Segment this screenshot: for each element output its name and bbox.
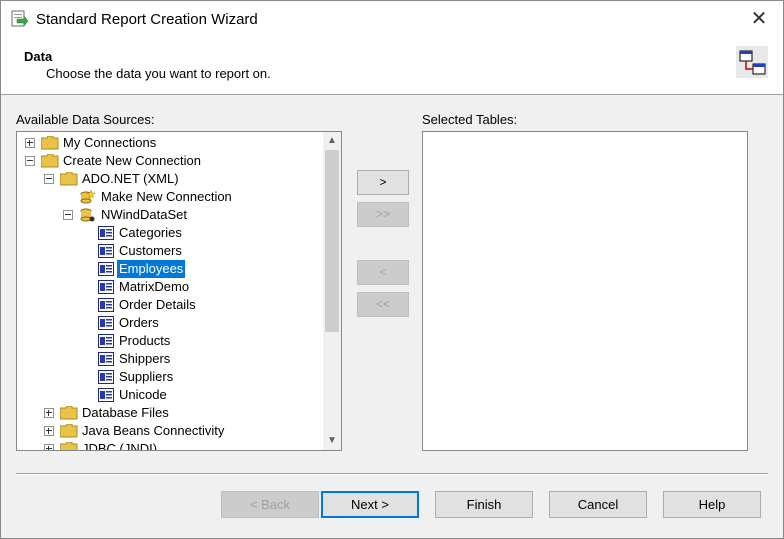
table-icon (98, 226, 114, 240)
table-icon (98, 352, 114, 366)
expand-icon[interactable] (44, 444, 54, 450)
selected-tables-list[interactable] (422, 131, 748, 451)
tree-node-table[interactable]: Suppliers (17, 368, 317, 386)
expand-icon[interactable] (44, 426, 54, 436)
expand-icon[interactable] (44, 408, 54, 418)
tree-node-label: Customers (119, 243, 182, 258)
data-source-tree[interactable]: My Connections Create New Connection ADO… (16, 131, 342, 451)
tree-node-create-new-connection[interactable]: Create New Connection (17, 152, 317, 170)
page-subtitle: Choose the data you want to report on. (46, 66, 271, 81)
expand-icon[interactable] (25, 138, 35, 148)
tree-node-my-connections[interactable]: My Connections (17, 134, 317, 152)
tree-node-label: Java Beans Connectivity (82, 423, 225, 438)
scroll-thumb[interactable] (325, 150, 339, 332)
scroll-down-icon[interactable]: ▼ (323, 432, 341, 450)
wizard-header: Data Choose the data you want to report … (1, 39, 783, 95)
tree-node-table[interactable]: Order Details (17, 296, 317, 314)
collapse-icon[interactable] (44, 174, 54, 184)
wizard-window: Standard Report Creation Wizard ✕ Data C… (0, 0, 784, 539)
tree-node-java-beans[interactable]: Java Beans Connectivity (17, 422, 317, 440)
tree-node-table[interactable]: MatrixDemo (17, 278, 317, 296)
tree-node-table[interactable]: Shippers (17, 350, 317, 368)
tree-node-table[interactable]: Products (17, 332, 317, 350)
folder-open-icon (60, 172, 78, 186)
table-icon (98, 388, 114, 402)
tree-node-table[interactable]: Customers (17, 242, 317, 260)
tree-node-jdbc[interactable]: JDBC (JNDI) (17, 440, 317, 451)
page-title: Data (24, 49, 53, 64)
table-icon (98, 298, 114, 312)
tree-node-label: Suppliers (119, 369, 174, 384)
tree-scrollbar[interactable]: ▲ ▼ (323, 132, 341, 450)
tree-node-label: Employees (117, 260, 186, 278)
tree-node-label: ADO.NET (XML) (82, 171, 179, 186)
wizard-app-icon (11, 10, 28, 27)
title-bar: Standard Report Creation Wizard ✕ (1, 1, 783, 39)
next-button[interactable]: Next > (321, 491, 419, 518)
collapse-icon[interactable] (25, 156, 35, 166)
tree-node-label: Database Files (82, 405, 169, 420)
tree-node-nwind-dataset[interactable]: NWindDataSet (17, 206, 317, 224)
add-table-button[interactable]: > (357, 170, 409, 195)
table-icon (98, 244, 114, 258)
tree-node-ado-net[interactable]: ADO.NET (XML) (17, 170, 317, 188)
available-sources-label: Available Data Sources: (16, 112, 155, 127)
cancel-button[interactable]: Cancel (549, 491, 647, 518)
add-all-tables-button[interactable]: >> (357, 202, 409, 227)
table-icon (98, 262, 114, 276)
database-icon (80, 208, 95, 222)
folder-icon (60, 406, 78, 420)
tree-node-table-selected[interactable]: Employees (17, 260, 317, 278)
table-icon (98, 334, 114, 348)
folder-icon (60, 424, 78, 438)
tree-node-database-files[interactable]: Database Files (17, 404, 317, 422)
help-button[interactable]: Help (663, 491, 761, 518)
tree-node-label: JDBC (JNDI) (82, 441, 158, 451)
folder-icon (41, 136, 59, 150)
tree-node-label: Create New Connection (63, 153, 202, 168)
collapse-icon[interactable] (63, 210, 73, 220)
tree-node-label: Products (119, 333, 171, 348)
back-button[interactable]: < Back (221, 491, 319, 518)
data-link-icon (736, 46, 768, 78)
tree-node-label: MatrixDemo (119, 279, 190, 294)
tree-node-table[interactable]: Unicode (17, 386, 317, 404)
folder-icon (60, 442, 78, 450)
tree-node-table[interactable]: Categories (17, 224, 317, 242)
tree-node-table[interactable]: Orders (17, 314, 317, 332)
tree-node-label: Unicode (119, 387, 167, 402)
scroll-up-icon[interactable]: ▲ (323, 132, 341, 150)
tree-node-label: Shippers (119, 351, 171, 366)
tree-node-label: Orders (119, 315, 159, 330)
tree-node-label: Order Details (119, 297, 196, 312)
tree-node-label: My Connections (63, 135, 157, 150)
table-icon (98, 370, 114, 384)
finish-button[interactable]: Finish (435, 491, 533, 518)
tree-node-label: Categories (119, 225, 182, 240)
tree-node-make-new-connection[interactable]: Make New Connection (17, 188, 317, 206)
table-icon (98, 316, 114, 330)
new-connection-icon (80, 190, 95, 204)
folder-open-icon (41, 154, 59, 168)
selected-tables-label: Selected Tables: (422, 112, 518, 127)
close-icon[interactable]: ✕ (747, 7, 771, 31)
footer-divider (16, 473, 768, 475)
table-icon (98, 280, 114, 294)
remove-all-tables-button[interactable]: << (357, 292, 409, 317)
remove-table-button[interactable]: < (357, 260, 409, 285)
tree-node-label: Make New Connection (101, 189, 232, 204)
window-title: Standard Report Creation Wizard (36, 11, 258, 28)
tree-node-label: NWindDataSet (101, 207, 187, 222)
